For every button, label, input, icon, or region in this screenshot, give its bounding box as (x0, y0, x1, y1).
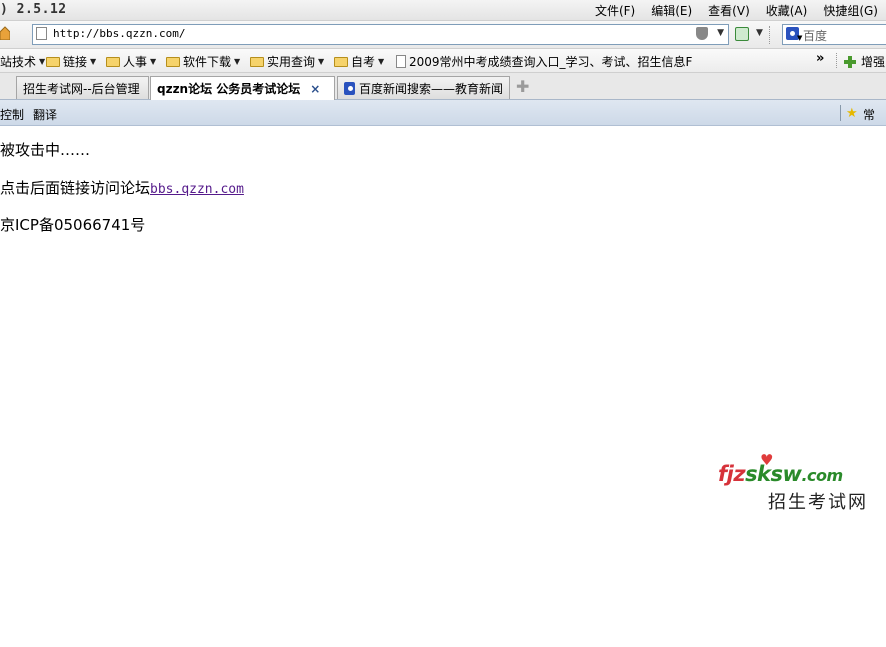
new-tab-icon[interactable]: ✚ (516, 77, 529, 96)
toolbar-separator (769, 26, 770, 44)
folder-icon (334, 56, 348, 67)
bookmark-folder[interactable]: 软件下载 ▼ (166, 53, 240, 70)
chevron-down-icon: ▼ (39, 57, 46, 66)
home-icon[interactable] (0, 26, 10, 40)
forum-link[interactable]: bbs.qzzn.com (150, 182, 244, 197)
search-engine-dropdown-icon[interactable]: ▼ (797, 34, 802, 42)
address-url[interactable]: http://bbs.qzzn.com/ (53, 27, 185, 40)
bookmark-label: 站技术 (0, 55, 37, 69)
go-dropdown-icon[interactable]: ▼ (756, 28, 763, 38)
go-button[interactable] (735, 27, 749, 41)
bookmark-label: 自考 (351, 55, 376, 69)
bookmark-folder[interactable]: 人事 ▼ (106, 53, 156, 70)
menu-file[interactable]: 文件(F) (587, 2, 643, 19)
page-icon (36, 27, 47, 40)
chevron-down-icon: ▼ (90, 57, 97, 66)
chevron-down-icon: ▼ (378, 57, 385, 66)
folder-icon (46, 56, 60, 67)
page-icon (396, 55, 406, 68)
tab-baidu-news[interactable]: 百度新闻搜索——教育新闻 (337, 76, 510, 99)
title-bar: ) 2.5.12 文件(F) 编辑(E) 查看(V) 收藏(A) 快捷组(G) (0, 0, 886, 21)
watermark-logo: fjzsksw.com (718, 462, 843, 486)
tab-label: 招生考试网--后台管理 (23, 81, 140, 96)
folder-icon (250, 56, 264, 67)
menu-bar: 文件(F) 编辑(E) 查看(V) 收藏(A) 快捷组(G) (587, 2, 886, 19)
bookmark-folder[interactable]: 链接 ▼ (46, 53, 96, 70)
chevron-down-icon: ▼ (234, 57, 241, 66)
security-shield-icon[interactable] (696, 27, 708, 40)
forum-link-prefix: 点击后面链接访问论坛 (0, 179, 151, 197)
watermark-subtitle: 招生考试网 (768, 492, 868, 513)
toolbar-separator (836, 53, 837, 68)
baidu-paw-icon (344, 81, 355, 95)
toolbar-separator (840, 105, 841, 121)
search-box[interactable]: ▼ 百度 (782, 24, 886, 45)
menu-edit[interactable]: 编辑(E) (643, 2, 700, 19)
bookmark-label: 链接 (63, 55, 88, 69)
bookmark-label: 实用查询 (267, 55, 316, 69)
address-bar[interactable]: http://bbs.qzzn.com/ ▼ (32, 24, 729, 45)
bookmarks-bar: 站技术 ▼ 链接 ▼ 人事 ▼ 软件下载 ▼ 实用查询 ▼ 自考 ▼ 2009常州中考成绩查… (0, 49, 886, 73)
icp-record: 京ICP备05066741号 (0, 216, 146, 234)
chevron-down-icon: ▼ (318, 57, 325, 66)
site-watermark: ♥ fjzsksw.com 招生考试网 (718, 451, 886, 513)
bookmark-folder[interactable]: 站技术 ▼ (0, 53, 45, 70)
address-dropdown-icon[interactable]: ▼ (717, 28, 724, 38)
more-bookmarks-chevron-icon[interactable]: » (816, 51, 824, 66)
folder-icon (106, 56, 120, 67)
bookmark-link[interactable]: 2009常州中考成绩查询入口_学习、考试、招生信息F (396, 53, 692, 70)
forum-link-line: 点击后面链接访问论坛bbs.qzzn.com (0, 177, 244, 198)
bookmark-folder[interactable]: 实用查询 ▼ (250, 53, 324, 70)
star-icon: ★ (846, 106, 858, 121)
menu-view[interactable]: 查看(V) (700, 2, 758, 19)
tool-strip: 控制 翻译 ★ 常用 (0, 100, 886, 139)
enhance-button[interactable]: 增强 (861, 53, 885, 70)
translate-button[interactable]: 翻译 (33, 106, 57, 123)
tab-bar: 招生考试网--后台管理 qzzn论坛 公务员考试论坛 × 百度新闻搜索——教育新… (0, 73, 886, 100)
page-content: 被攻击中…… 点击后面链接访问论坛bbs.qzzn.com 京ICP备05066… (0, 126, 886, 647)
menu-shortcut-group[interactable]: 快捷组(G) (815, 2, 886, 19)
plus-icon (844, 56, 856, 68)
bookmark-label: 软件下载 (183, 55, 232, 69)
folder-icon (166, 56, 180, 67)
attack-notice: 被攻击中…… (0, 141, 91, 159)
menu-favorites[interactable]: 收藏(A) (758, 2, 816, 19)
bookmark-label: 2009常州中考成绩查询入口_学习、考试、招生信息F (409, 55, 693, 69)
chevron-down-icon: ▼ (150, 57, 157, 66)
navigation-bar: http://bbs.qzzn.com/ ▼ ▼ ▼ 百度 (0, 21, 886, 49)
browser-version: ) 2.5.12 (0, 2, 67, 17)
tab-admin[interactable]: 招生考试网--后台管理 (16, 76, 149, 99)
tab-qzzn-forum[interactable]: qzzn论坛 公务员考试论坛 × (150, 76, 335, 100)
bookmark-label: 人事 (123, 55, 148, 69)
bookmark-folder[interactable]: 自考 ▼ (334, 53, 384, 70)
control-button[interactable]: 控制 (0, 106, 24, 123)
tab-label: qzzn论坛 公务员考试论坛 (157, 82, 301, 96)
tab-label: 百度新闻搜索——教育新闻 (358, 81, 503, 96)
close-icon[interactable]: × (310, 82, 320, 96)
search-input[interactable]: 百度 (803, 27, 827, 44)
